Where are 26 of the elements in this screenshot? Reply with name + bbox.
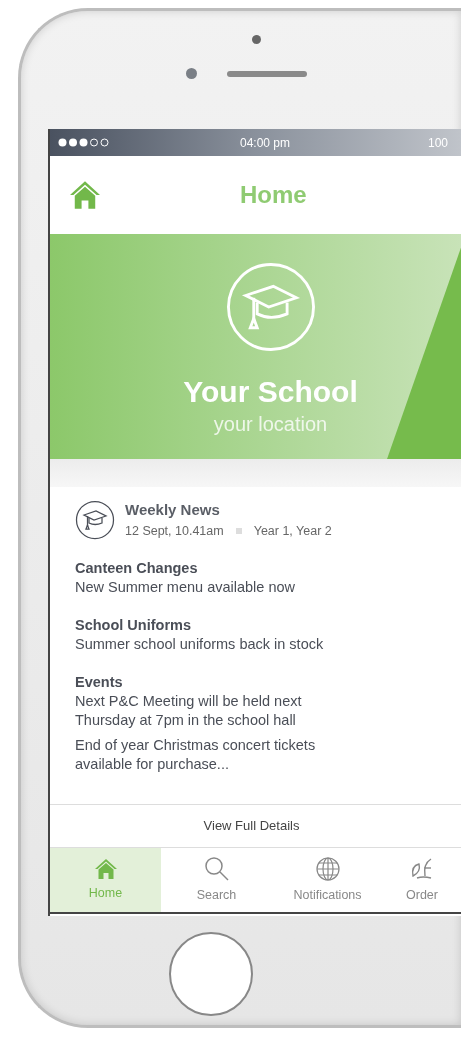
section-text: Next P&C Meeting will be held next Thursday at 7pm in the school hall <box>75 692 303 731</box>
section-heading: School Uniforms <box>75 616 192 636</box>
status-time: 04:00 pm <box>240 134 291 152</box>
section-heading: Events <box>75 673 124 693</box>
home-icon <box>68 180 102 210</box>
section-text: New Summer menu available now <box>75 578 296 598</box>
school-location: your location <box>213 414 328 434</box>
page-title: Home <box>240 180 307 210</box>
home-icon <box>93 857 118 880</box>
section-text: End of year Christmas concert tickets available for purchase... <box>75 736 317 775</box>
camera-icon <box>251 35 261 44</box>
view-details-link[interactable]: View Full Details <box>50 805 461 847</box>
globe-icon <box>314 855 341 882</box>
search-icon <box>203 855 230 882</box>
tab[interactable]: Home <box>50 848 161 912</box>
signal-icon <box>58 138 110 147</box>
battery-level: 100 <box>427 134 448 152</box>
news-audience: Year 1, Year 2 <box>253 522 332 540</box>
sensor-icon <box>185 68 197 79</box>
graduation-cap-icon <box>75 499 115 540</box>
school-name: Your School <box>183 374 358 410</box>
news-date: 12 Sept, 10.41am <box>125 522 224 540</box>
section-heading: Canteen Changes <box>75 559 199 579</box>
section-text: Summer school uniforms back in stock <box>75 635 325 655</box>
graduation-cap-icon <box>224 261 317 353</box>
news-title: Weekly News <box>125 500 221 520</box>
